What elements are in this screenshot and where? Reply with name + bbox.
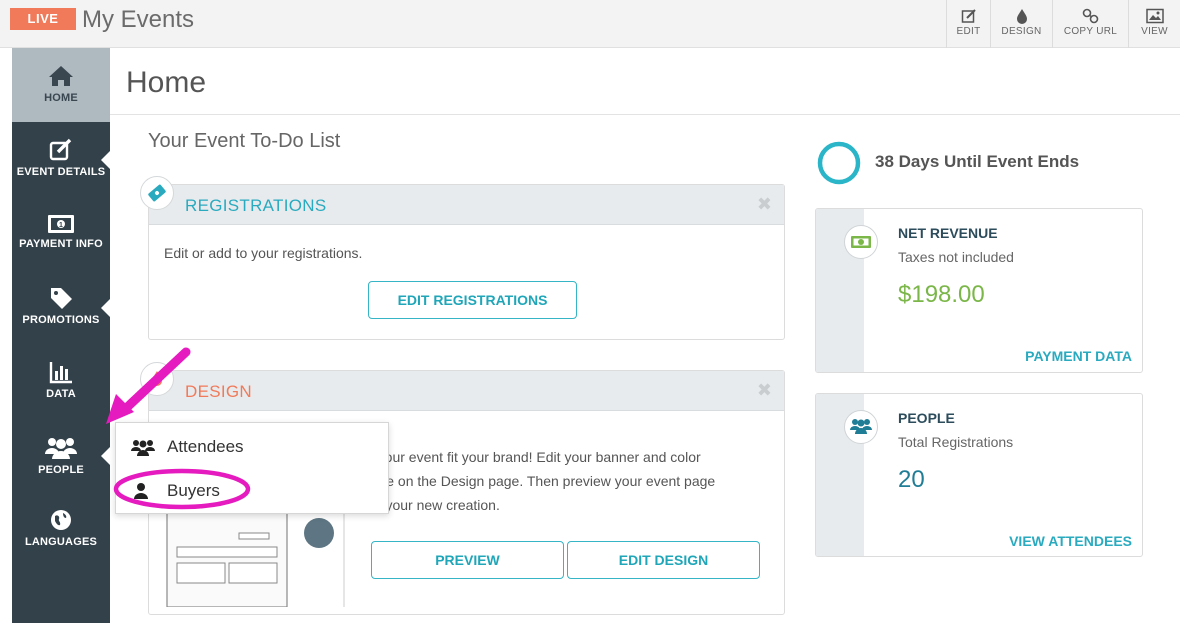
people-dropdown-menu: Attendees Buyers [115, 422, 389, 514]
people-count: 20 [898, 466, 925, 493]
people-subtitle: Total Registrations [898, 434, 1014, 450]
design-text-line: ke your event fit your brand! Edit your … [359, 449, 701, 465]
todo-heading: Your Event To-Do List [148, 130, 341, 152]
money-icon [851, 236, 871, 248]
countdown-ring [817, 141, 861, 185]
design-label: DESIGN [1001, 26, 1042, 37]
link-icon [1082, 8, 1098, 24]
close-icon[interactable]: ✖ [757, 194, 772, 215]
sidebar-notch [101, 150, 111, 170]
money-icon: 1 [48, 215, 74, 233]
menu-item-buyers[interactable]: Buyers [116, 475, 388, 507]
sidebar-label-event-details: EVENT DETAILS [16, 166, 106, 178]
live-badge: LIVE [10, 8, 76, 30]
people-icon [850, 419, 872, 434]
sidebar-label-payment-info: PAYMENT INFO [19, 238, 103, 250]
design-text: ke your event fit your brand! Edit your … [359, 445, 715, 517]
sidebar: HOME EVENT DETAILS 1 PAYMENT INFO PROMOT… [12, 48, 111, 623]
ticket-icon [148, 184, 166, 202]
registrations-card: REGISTRATIONS ✖ Edit or add to your regi… [148, 184, 785, 340]
payment-data-link[interactable]: PAYMENT DATA [1025, 348, 1132, 364]
people-badge [844, 410, 878, 444]
design-button[interactable]: DESIGN [990, 0, 1052, 48]
sidebar-label-promotions: PROMOTIONS [22, 314, 100, 326]
sidebar-notch [101, 446, 111, 466]
design-title: DESIGN [185, 382, 252, 401]
net-revenue-subtitle: Taxes not included [898, 249, 1014, 265]
design-text-line: see your new creation. [359, 497, 500, 513]
view-attendees-link[interactable]: VIEW ATTENDEES [1009, 533, 1132, 549]
edit-button[interactable]: EDIT [946, 0, 990, 48]
money-badge [844, 225, 878, 259]
design-badge [140, 362, 174, 396]
countdown-text: 38 Days Until Event Ends [875, 152, 1080, 171]
people-card: PEOPLE Total Registrations 20 VIEW ATTEN… [815, 393, 1143, 557]
sidebar-label-data: DATA [46, 388, 76, 400]
annotation-arrowhead [106, 394, 134, 424]
net-revenue-title: NET REVENUE [898, 225, 998, 241]
view-label: VIEW [1141, 26, 1168, 37]
page-mockup-illustration [166, 507, 345, 607]
bar-chart-icon [49, 362, 72, 384]
menu-item-label: Buyers [167, 481, 220, 500]
tag-icon [51, 288, 72, 309]
image-icon [1145, 8, 1164, 24]
sidebar-item-event-details[interactable]: EVENT DETAILS [12, 122, 111, 196]
drop-icon [152, 371, 162, 386]
sidebar-item-data[interactable]: DATA [12, 344, 110, 418]
svg-text:1: 1 [59, 222, 63, 229]
drop-icon [1016, 9, 1027, 24]
people-icon [131, 440, 155, 456]
sidebar-label-languages: LANGUAGES [24, 536, 98, 548]
title-divider [110, 114, 1180, 115]
globe-icon [51, 510, 71, 530]
sidebar-item-promotions[interactable]: PROMOTIONS [12, 270, 111, 344]
view-button[interactable]: VIEW [1128, 0, 1180, 48]
page-title: Home [126, 66, 207, 99]
design-text-line: heme on the Design page. Then preview yo… [359, 473, 716, 489]
edit-icon [49, 138, 72, 161]
close-icon[interactable]: ✖ [757, 380, 772, 401]
copy-url-button[interactable]: COPY URL [1052, 0, 1128, 48]
sidebar-item-languages[interactable]: LANGUAGES [12, 492, 110, 566]
registrations-card-header: REGISTRATIONS ✖ [149, 185, 784, 225]
menu-item-attendees[interactable]: Attendees [116, 431, 388, 463]
sidebar-item-home[interactable]: HOME [12, 48, 110, 122]
edit-design-button[interactable]: EDIT DESIGN [567, 541, 760, 579]
person-icon [134, 483, 148, 499]
copy-url-label: COPY URL [1063, 26, 1118, 37]
edit-icon [961, 9, 976, 23]
ticket-badge [140, 176, 174, 210]
registrations-title: REGISTRATIONS [185, 196, 327, 215]
preview-button[interactable]: PREVIEW [371, 541, 564, 579]
net-revenue-card: NET REVENUE Taxes not included $198.00 P… [815, 208, 1143, 373]
design-card-header: DESIGN ✖ [149, 371, 784, 411]
people-title: PEOPLE [898, 410, 955, 426]
sidebar-label-home: HOME [44, 92, 78, 104]
edit-registrations-button[interactable]: EDIT REGISTRATIONS [368, 281, 577, 319]
registrations-text: Edit or add to your registrations. [164, 245, 363, 261]
sidebar-notch [101, 298, 111, 318]
menu-item-label: Attendees [167, 437, 244, 456]
sidebar-item-payment-info[interactable]: 1 PAYMENT INFO [12, 196, 110, 270]
home-icon [49, 66, 73, 86]
app-title: My Events [82, 6, 195, 33]
sidebar-label-people: PEOPLE [38, 464, 84, 476]
sidebar-item-people[interactable]: PEOPLE [12, 418, 111, 492]
top-bar: LIVE My Events EDIT DESIGN COPY URL VIEW [0, 0, 1180, 48]
net-revenue-amount: $198.00 [898, 281, 985, 308]
people-icon [45, 438, 77, 459]
edit-label: EDIT [956, 26, 981, 37]
